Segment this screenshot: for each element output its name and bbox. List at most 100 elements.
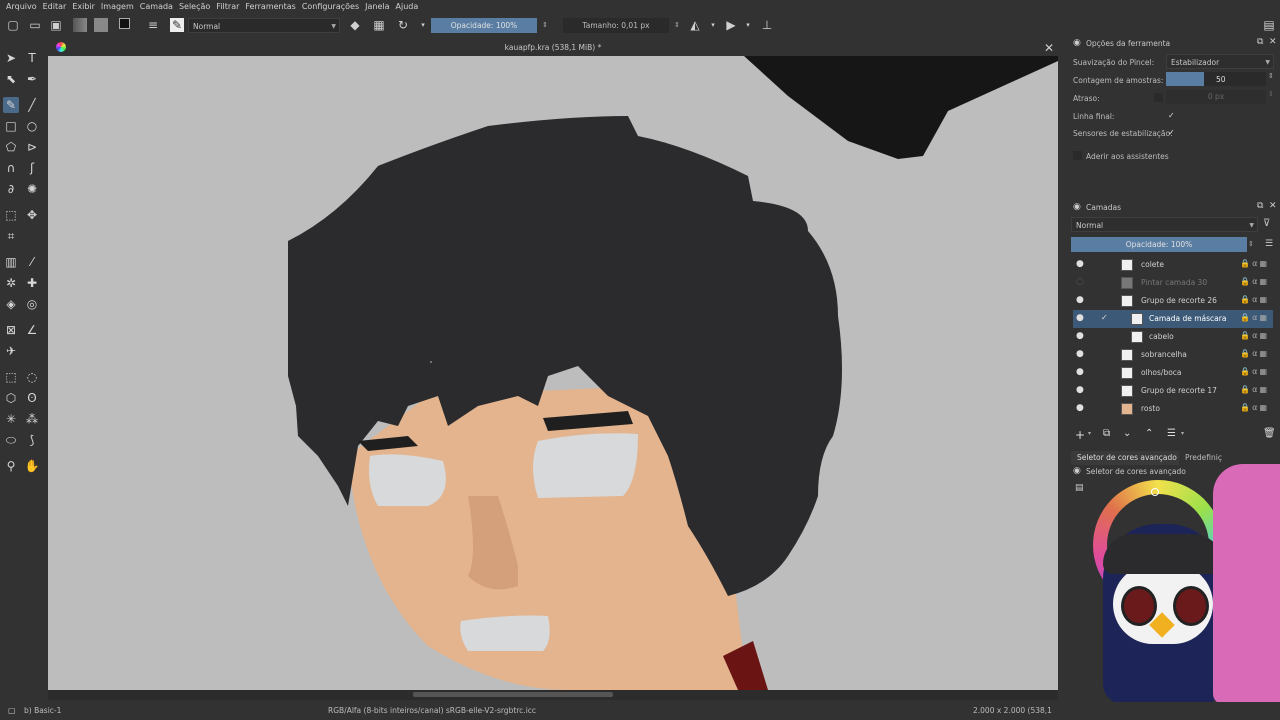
reload-preset-icon[interactable]: ↻ xyxy=(396,18,410,32)
spin-arrows-icon[interactable]: ⇕ xyxy=(1268,90,1274,98)
menu-editar[interactable]: Editar xyxy=(40,0,70,13)
contiguous-select-icon[interactable]: ✳ xyxy=(3,411,19,427)
layer-flags-icon[interactable]: 🔒α▦ xyxy=(1240,331,1269,340)
finish-line-checkbox[interactable]: ✓ xyxy=(1168,111,1175,120)
scrollbar-thumb[interactable] xyxy=(413,692,613,697)
opacity-slider[interactable]: Opacidade: 100% xyxy=(431,18,537,33)
ellipse-tool-icon[interactable]: ○ xyxy=(24,118,40,134)
menu-imagem[interactable]: Imagem xyxy=(98,0,137,13)
color-picker-icon[interactable]: ⁄ xyxy=(24,254,40,270)
freehand-brush-icon[interactable]: ✎ xyxy=(3,97,19,113)
layer-flags-icon[interactable]: 🔒α▦ xyxy=(1240,295,1269,304)
assistant-tool-icon[interactable]: ⊠ xyxy=(3,322,19,338)
float-docker-icon[interactable]: ⧉ xyxy=(1257,201,1263,211)
brush-settings-icon[interactable]: ≡ xyxy=(146,18,160,32)
select-shapes-icon[interactable]: ➤ xyxy=(3,50,19,66)
menu-camada[interactable]: Camada xyxy=(137,0,176,13)
bezier-tool-icon[interactable]: ∩ xyxy=(3,160,19,176)
measure-tool-icon[interactable]: ∠ xyxy=(24,322,40,338)
snap-assistants-checkbox[interactable] xyxy=(1073,151,1082,160)
eye-hidden-icon[interactable]: ○ xyxy=(1076,277,1084,287)
chevron-down-icon[interactable]: ▾ xyxy=(416,18,430,32)
bezier-select-icon[interactable]: ⬭ xyxy=(3,432,19,448)
eye-icon[interactable]: ● xyxy=(1076,295,1084,305)
chevron-down-icon[interactable]: ▾ xyxy=(706,18,720,32)
layer-opacity-slider[interactable]: Opacidade: 100% xyxy=(1071,237,1247,252)
delay-checkbox[interactable] xyxy=(1154,93,1163,102)
eye-icon[interactable]: ● xyxy=(1076,349,1084,359)
horizontal-scrollbar[interactable] xyxy=(48,690,1058,700)
magnetic-select-icon[interactable]: ⟆ xyxy=(24,432,40,448)
open-document-icon[interactable]: ▭ xyxy=(28,18,42,32)
dynamic-brush-icon[interactable]: ∂ xyxy=(3,181,19,197)
gradient-tool-icon[interactable]: ▥ xyxy=(3,254,19,270)
chevron-down-icon[interactable]: ▾ xyxy=(1181,430,1184,437)
spin-arrows-icon[interactable]: ⇕ xyxy=(1248,240,1254,248)
edit-shapes-icon[interactable]: ⬉ xyxy=(3,71,19,87)
eraser-icon[interactable]: ◆ xyxy=(348,18,362,32)
layer-row[interactable]: ● olhos/boca 🔒α▦ xyxy=(1073,364,1273,382)
sample-count-slider[interactable]: 50 xyxy=(1166,72,1266,86)
workspace-icon[interactable]: ▤ xyxy=(1262,18,1276,32)
layer-blend-select[interactable]: Normal ▼ xyxy=(1071,217,1258,232)
move-layer-down-icon[interactable]: ⌄ xyxy=(1123,428,1131,439)
menu-filtrar[interactable]: Filtrar xyxy=(213,0,242,13)
layer-row[interactable]: ● cabelo 🔒α▦ xyxy=(1073,328,1273,346)
smart-patch-icon[interactable]: ✚ xyxy=(24,275,40,291)
freehand-select-icon[interactable]: ʘ xyxy=(24,390,40,406)
menu-configuracoes[interactable]: Configurações xyxy=(299,0,362,13)
menu-exibir[interactable]: Exibir xyxy=(69,0,98,13)
layer-flags-icon[interactable]: 🔒α▦ xyxy=(1240,367,1269,376)
polyline-tool-icon[interactable]: ⊳ xyxy=(24,139,40,155)
layer-row-selected[interactable]: ● ✓ Camada de máscara 🔒α▦ xyxy=(1073,310,1273,328)
spin-arrows-icon[interactable]: ⇕ xyxy=(670,18,684,32)
menu-ajuda[interactable]: Ajuda xyxy=(393,0,422,13)
delete-layer-icon[interactable]: 🗑 xyxy=(1263,428,1276,439)
menu-arquivo[interactable]: Arquivo xyxy=(3,0,40,13)
duplicate-layer-icon[interactable]: ⧉ xyxy=(1103,428,1110,439)
crop-tool-icon[interactable]: ⌗ xyxy=(3,228,19,244)
layer-menu-icon[interactable]: ☰ xyxy=(1265,239,1273,249)
mirror-horizontal-icon[interactable]: ◭ xyxy=(688,18,702,32)
zoom-tool-icon[interactable]: ⚲ xyxy=(3,458,19,474)
layer-row[interactable]: ○ Pintar camada 30 🔒α▦ xyxy=(1073,274,1273,292)
layer-properties-icon[interactable]: ☰ xyxy=(1167,428,1176,439)
color-wheel-handle[interactable] xyxy=(1151,488,1159,496)
eye-icon[interactable]: ● xyxy=(1076,403,1084,413)
stabilize-sensors-checkbox[interactable]: ✓ xyxy=(1168,128,1175,137)
eye-icon[interactable]: ● xyxy=(1076,313,1084,323)
mirror-vertical-icon[interactable]: ▶ xyxy=(724,18,738,32)
size-slider[interactable]: Tamanho: 0,01 px xyxy=(563,18,669,33)
pan-tool-icon[interactable]: ✋ xyxy=(24,458,40,474)
add-layer-icon[interactable]: + xyxy=(1075,428,1085,442)
ellipse-select-icon[interactable]: ◌ xyxy=(24,369,40,385)
transform-tool-icon[interactable]: ⬚ xyxy=(3,207,19,223)
spin-arrows-icon[interactable]: ⇕ xyxy=(538,18,552,32)
drawing-canvas[interactable] xyxy=(48,56,1058,690)
reference-images-icon[interactable]: ✈ xyxy=(3,343,19,359)
rect-select-icon[interactable]: ⬚ xyxy=(3,369,19,385)
polygon-tool-icon[interactable]: ⬠ xyxy=(3,139,19,155)
blend-mode-select[interactable]: Normal ▼ xyxy=(188,18,340,33)
eye-icon[interactable]: ● xyxy=(1076,331,1084,341)
layer-flags-icon[interactable]: 🔒α▦ xyxy=(1240,349,1269,358)
new-document-icon[interactable]: ▢ xyxy=(6,18,20,32)
multibrush-icon[interactable]: ✺ xyxy=(24,181,40,197)
tab-advanced-color-selector[interactable]: Seletor de cores avançado xyxy=(1071,451,1179,465)
chevron-down-icon[interactable]: ▾ xyxy=(741,18,755,32)
eye-icon[interactable]: ● xyxy=(1076,385,1084,395)
wrap-around-icon[interactable]: ⊥ xyxy=(760,18,774,32)
tab-presets[interactable]: Predefiniç xyxy=(1181,451,1280,465)
eye-icon[interactable]: ● xyxy=(1076,259,1084,269)
line-tool-icon[interactable]: ╱ xyxy=(24,97,40,113)
polygon-select-icon[interactable]: ⬡ xyxy=(3,390,19,406)
layer-row[interactable]: ● sobrancelha 🔒α▦ xyxy=(1073,346,1273,364)
fill-tool-icon[interactable]: ◈ xyxy=(3,296,19,312)
layer-flags-icon[interactable]: 🔒α▦ xyxy=(1240,259,1269,268)
freehand-path-icon[interactable]: ʃ xyxy=(24,160,40,176)
smoothing-select[interactable]: Estabilizador ▼ xyxy=(1166,54,1274,69)
brush-preset-status-icon[interactable]: ▢ xyxy=(8,706,16,715)
layer-row[interactable]: ● Grupo de recorte 26 🔒α▦ xyxy=(1073,292,1273,310)
float-docker-icon[interactable]: ⧉ xyxy=(1257,37,1263,47)
colorize-mask-icon[interactable]: ✲ xyxy=(3,275,19,291)
